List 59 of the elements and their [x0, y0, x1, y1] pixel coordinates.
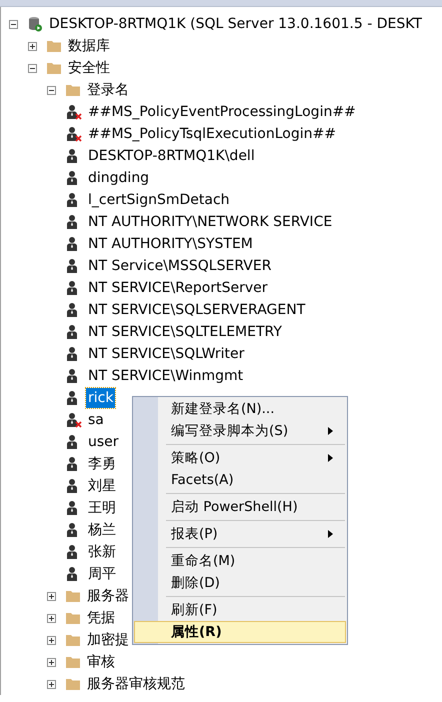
tree-item[interactable]: 安全性 [66, 58, 112, 78]
tree-item[interactable]: 服务器 [85, 586, 131, 606]
folder-icon [65, 633, 81, 647]
folder-icon [65, 589, 81, 603]
tree-item[interactable]: 刘星 [86, 476, 118, 496]
tree-item[interactable]: NT Service\MSSQLSERVER [86, 256, 274, 276]
tree-item[interactable]: 审核 [85, 652, 117, 672]
tree-item[interactable]: 王明 [86, 498, 118, 518]
tree-item[interactable]: NT SERVICE\ReportServer [86, 278, 270, 298]
expand-icon[interactable] [47, 592, 56, 600]
folder-icon [65, 655, 81, 669]
menu-item[interactable]: Facets(A) [134, 469, 346, 491]
tree-item[interactable]: rick [86, 388, 116, 408]
menu-item[interactable]: 启动 PowerShell(H) [134, 496, 346, 518]
tree-item[interactable]: 数据库 [66, 36, 112, 56]
tree-item[interactable]: 凭据 [85, 608, 117, 628]
menu-item[interactable]: 重命名(M) [134, 550, 346, 572]
folder-icon [65, 611, 81, 625]
tree-item[interactable]: NT SERVICE\SQLTELEMETRY [86, 322, 284, 342]
tree-item[interactable]: 周平 [86, 564, 118, 584]
collapse-icon[interactable] [47, 86, 56, 94]
folder-icon [65, 83, 81, 97]
expand-icon[interactable] [47, 636, 56, 644]
tree-item[interactable]: 张新 [86, 542, 118, 562]
expand-icon[interactable] [28, 42, 37, 50]
expand-icon[interactable] [47, 614, 56, 622]
tree-item[interactable]: NT AUTHORITY\NETWORK SERVICE [86, 212, 334, 232]
tree-item[interactable]: 李勇 [86, 454, 118, 474]
menu-item[interactable]: 编写登录脚本为(S) [134, 420, 346, 442]
menu-item[interactable]: 策略(O) [134, 447, 346, 469]
menu-item[interactable]: 属性(R) [134, 621, 346, 643]
tree-item[interactable]: 服务器审核规范 [85, 674, 187, 694]
expand-icon[interactable] [47, 658, 56, 666]
tree-item[interactable]: NT SERVICE\Winmgmt [86, 366, 246, 386]
folder-icon [65, 677, 81, 691]
tree-item[interactable]: 杨兰 [86, 520, 118, 540]
menu-item[interactable]: 刷新(F) [134, 599, 346, 621]
tree-item[interactable]: 加密提 [85, 630, 131, 650]
menu-item[interactable]: 删除(D) [134, 572, 346, 594]
tree-item[interactable]: dingding [86, 168, 152, 188]
collapse-icon[interactable] [28, 64, 37, 72]
folder-icon [46, 61, 62, 75]
tree-item[interactable]: 登录名 [85, 80, 131, 100]
database-server-icon [27, 16, 43, 32]
folder-icon [46, 39, 62, 53]
menu-item[interactable]: 新建登录名(N)... [134, 398, 346, 420]
tree-item[interactable]: NT AUTHORITY\SYSTEM [86, 234, 255, 254]
collapse-icon[interactable] [9, 20, 18, 28]
tree-item[interactable]: user [86, 432, 121, 452]
submenu-arrow-icon [328, 454, 333, 462]
expand-icon[interactable] [47, 680, 56, 688]
tree-item[interactable]: l_certSignSmDetach [86, 190, 232, 210]
tree-item[interactable]: DESKTOP-8RTMQ1K (SQL Server 13.0.1601.5 - DESKT [47, 14, 424, 34]
menu-item[interactable]: 报表(P) [134, 523, 346, 545]
submenu-arrow-icon [328, 427, 333, 435]
tree-item[interactable]: DESKTOP-8RTMQ1K\dell [86, 146, 257, 166]
tree-item[interactable]: NT SERVICE\SQLSERVERAGENT [86, 300, 308, 320]
tree-item[interactable]: NT SERVICE\SQLWriter [86, 344, 246, 364]
submenu-arrow-icon [328, 530, 333, 538]
